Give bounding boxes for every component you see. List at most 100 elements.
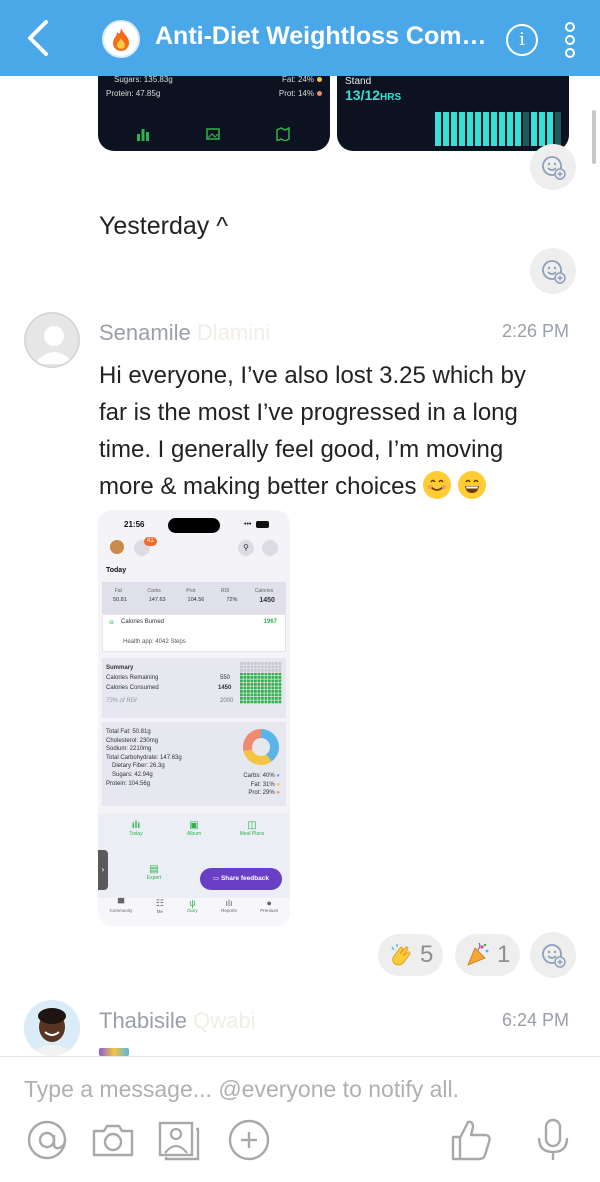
info-button[interactable]: i [506,24,538,56]
add-reaction-button[interactable] [530,932,576,978]
message-list[interactable]: Sugars: 135.83g Protein: 47.85g Fat: 24%… [0,76,600,1056]
summary-label: Calories Remaining [106,675,159,681]
macro-header: Calories [254,588,274,594]
legend-prot: Prot: 29% ● [248,790,280,797]
summary-label: Calories Consumed [106,685,159,691]
avatar[interactable] [24,1000,80,1056]
search-icon: ⚲ [238,540,254,556]
add-emoji-icon [542,944,566,968]
bar-chart-icon [137,129,149,141]
tab-premium: ● Premium [260,898,278,926]
link-icon: ⊖ [109,620,115,626]
day-separator[interactable]: Yesterday ^ [99,212,228,241]
chat-icon: ▭ [212,875,220,882]
image-icon [206,128,220,140]
reaction-clap[interactable]: 5 [378,934,444,976]
profile-avatar [110,540,124,554]
sender-last-name: Dlamini [196,320,271,345]
reaction-party[interactable]: 1 [455,934,521,976]
health-app-text: Health app: 4042 Steps [123,639,186,645]
me-icon: ☷ [155,898,164,908]
reaction-count: 5 [420,941,434,968]
bar-chart-icon: ılı [131,820,141,831]
summary-title: Summary [106,665,134,671]
nutrient-line: Cholesterol: 230mg [106,737,159,744]
macros-panel: Fat Carbs Prot RDI Calories 50.81 147.63… [102,582,286,616]
camera-icon [92,1124,134,1157]
stand-hours-bars [435,112,561,146]
expert-icon: ▤ [149,864,159,875]
summary-panel: Summary Calories Remaining 550 Calories … [102,658,286,718]
add-reaction-button[interactable] [530,144,576,190]
summary-value: 550 [220,675,231,681]
prot-legend-text: Prot: 14% [278,89,314,98]
camera-button[interactable] [90,1117,136,1163]
calories-burned-row: ⊖ Calories Burned 1967 Health app: 4042 … [102,614,286,652]
message-input[interactable] [24,1073,576,1105]
status-time: 21:56 [124,520,145,529]
scrollbar[interactable] [592,110,596,164]
side-tab-handle: › [98,850,108,890]
sender-name[interactable]: Senamile Dlamini [99,320,270,346]
tab-label: Diary [187,908,198,913]
default-user-icon [34,326,74,364]
battery-icon [256,521,269,528]
summary-label: 73% of RDI [106,698,137,704]
legend-prot-text: Prot: 29% [248,790,275,797]
add-attachment-button[interactable] [226,1117,272,1163]
macro-pie-chart [243,729,279,765]
nutrient-line: Sodium: 2210mg [106,746,152,753]
fat-legend: Fat: 24% [282,76,322,84]
attached-image[interactable]: 21:56 ••• 41 ⚲ Today Fat Carbs Prot RDI … [98,510,290,926]
message-composer [0,1056,600,1182]
chat-title[interactable]: Anti-Diet Weightloss Comm... [155,22,500,51]
tab-community: ▀ Community [110,898,133,926]
nutrient-line: Total Carbohydrate: 147.63g [106,754,182,761]
legend-fat-text: Fat: 31% [250,781,275,788]
legend-carbs: Carbs: 40% ● [243,773,280,779]
image-icon: ▣ [189,820,199,831]
prot-legend: Prot: 14% [279,89,322,98]
summary-value: 2000 [220,698,234,704]
legend-fat: Fat: 31% ● [250,781,280,788]
nutrients-panel: Total Fat: 50.81g Cholesterol: 230mg Sod… [102,722,286,806]
meal-plans-nav-item: ◫ Meal Plans [236,820,268,837]
calendar-icon [262,540,278,556]
shared-screenshot-nutrition[interactable]: Sugars: 135.83g Protein: 47.85g Fat: 24%… [98,76,330,151]
grinning-face-emoji [457,471,486,499]
shared-screenshot-activity[interactable]: Stand 13/12HRS [337,76,569,151]
macro-header: Fat [114,588,122,594]
message-time: 2:26 PM [502,321,570,341]
pie-slice-prot [243,729,261,752]
prot-dot [317,91,322,96]
group-avatar[interactable] [102,20,140,58]
tab-label: Premium [260,908,279,913]
like-button[interactable] [448,1117,494,1163]
add-reaction-button[interactable] [530,248,576,294]
fat-dot [317,77,322,82]
macro-value: 104.56 [187,597,205,603]
today-title: Today [106,567,127,574]
today-nav-label: Today [129,831,143,837]
mention-button[interactable] [24,1117,70,1163]
share-feedback-label: Share feedback [220,875,270,882]
macro-value: 147.63 [148,597,166,603]
map-icon: ◫ [247,820,257,831]
stand-value-group: 13/12HRS [345,87,401,105]
voice-message-button[interactable] [530,1117,576,1163]
map-icon [276,127,290,141]
microphone-icon [537,1118,569,1160]
wifi-icon: ••• [244,521,252,528]
avatar[interactable] [24,312,80,368]
sender-name[interactable]: Thabisile Qwabi [99,1008,256,1034]
dot-icon [565,22,575,32]
tab-diary: ψ Diary [187,898,198,926]
today-nav-item: ılı Today [124,820,148,837]
photo-library-button[interactable] [156,1117,202,1163]
chevron-left-icon [28,20,48,56]
more-options-button[interactable] [560,22,580,62]
back-button[interactable] [18,16,62,60]
message-text[interactable]: Hi everyone, I’ve also lost 3.25 which b… [99,357,559,505]
sender-first-name: Senamile [99,320,191,345]
legend-carbs-text: Carbs: 40% [243,773,275,779]
